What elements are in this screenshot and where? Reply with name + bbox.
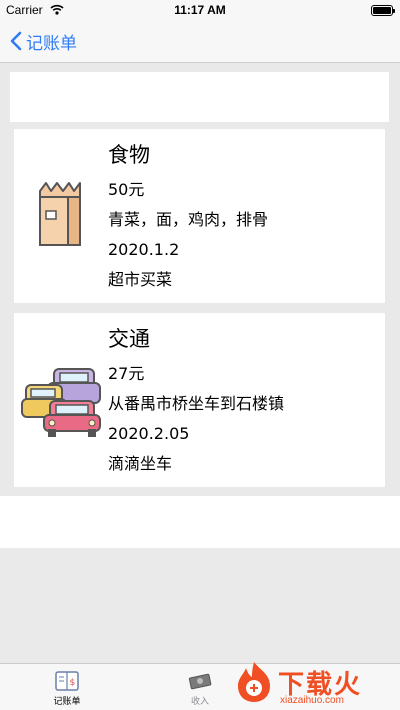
back-button[interactable]: 记账单 xyxy=(10,28,77,54)
record-detail: 从番禺市桥坐车到石楼镇 xyxy=(108,394,285,413)
record-card-food[interactable]: 食物 50元 青菜，面，鸡肉，排骨 2020.1.2 超市买菜 xyxy=(14,129,385,303)
record-note: 超市买菜 xyxy=(108,270,173,289)
chevron-left-icon xyxy=(10,31,22,51)
navigation-bar: 记账单 xyxy=(0,20,400,63)
watermark-url: xiazaihuo.com xyxy=(280,695,344,706)
ledger-book-icon: $ xyxy=(55,671,79,691)
tab-income[interactable]: 收入 xyxy=(170,670,230,707)
record-detail: 青菜，面，鸡肉，排骨 xyxy=(108,210,269,229)
food-bag-icon xyxy=(39,182,81,246)
money-icon xyxy=(188,673,212,690)
status-time: 11:17 AM xyxy=(174,3,226,17)
record-amount: 50元 xyxy=(108,180,145,199)
records-list[interactable]: 食物 50元 青菜，面，鸡肉，排骨 2020.1.2 超市买菜 交通 27元 从… xyxy=(0,63,400,496)
empty-header-card xyxy=(10,72,389,122)
record-amount: 27元 xyxy=(108,364,145,383)
flame-logo-icon xyxy=(238,662,270,702)
tab-ledger-label: 记账单 xyxy=(53,697,81,707)
status-bar: Carrier 11:17 AM xyxy=(0,0,400,20)
record-note: 滴滴坐车 xyxy=(108,454,173,473)
cars-icon xyxy=(21,368,101,437)
record-card-transport[interactable]: 交通 27元 从番禺市桥坐车到石楼镇 2020.2.05 滴滴坐车 xyxy=(14,313,385,487)
tab-income-label: 收入 xyxy=(190,697,209,707)
svg-text:$: $ xyxy=(70,678,76,688)
battery-icon xyxy=(371,5,395,16)
record-category: 交通 xyxy=(108,327,150,351)
watermark: 下载火 xiazaihuo.com xyxy=(232,660,400,710)
tab-ledger[interactable]: $ 记账单 xyxy=(37,670,97,707)
record-date: 2020.1.2 xyxy=(108,240,180,259)
record-date: 2020.2.05 xyxy=(108,424,190,443)
empty-area xyxy=(0,548,400,663)
back-label: 记账单 xyxy=(26,33,77,54)
record-category: 食物 xyxy=(108,143,150,167)
